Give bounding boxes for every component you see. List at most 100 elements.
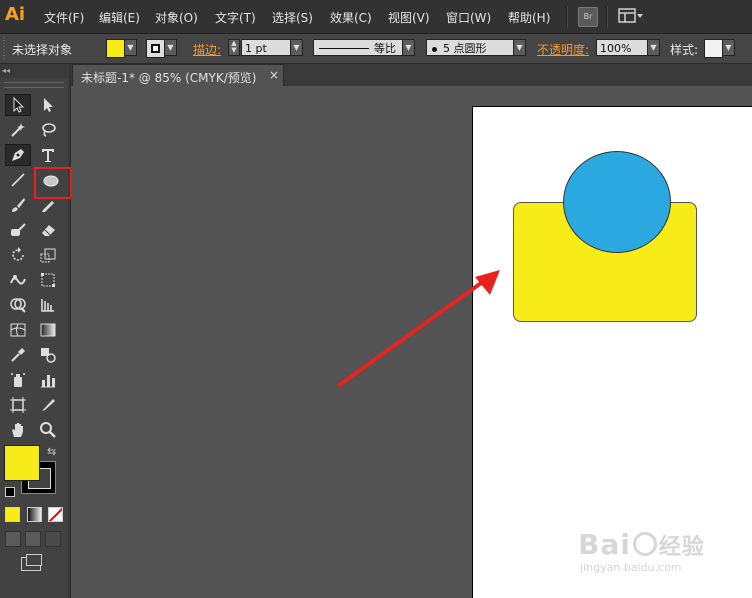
mesh-icon — [10, 323, 26, 337]
blue-circle[interactable] — [563, 151, 671, 253]
default-colors-icon[interactable] — [5, 487, 15, 497]
lasso-icon — [42, 123, 56, 137]
opacity-input[interactable]: 100% — [596, 39, 648, 56]
warp-tool[interactable] — [5, 269, 31, 291]
baidu-watermark: Bai 经验 jingyan.baidu.com — [578, 528, 705, 574]
stroke-profile-dropdown-arrow[interactable]: ▼ — [402, 39, 415, 56]
stroke-swatch[interactable] — [146, 39, 165, 58]
stroke-weight-input[interactable]: 1 pt — [241, 39, 291, 56]
hand-tool[interactable] — [5, 419, 31, 441]
blend-icon — [41, 348, 56, 363]
eyedropper-tool[interactable] — [5, 344, 31, 366]
brush-dot-icon — [432, 46, 437, 52]
paintbrush-tool[interactable] — [5, 194, 31, 216]
menu-bar: Ai 文件(F) 编辑(E) 对象(O) 文字(T) 选择(S) 效果(C) 视… — [0, 0, 752, 34]
line-segment-tool[interactable] — [5, 169, 31, 191]
blob-brush-icon — [11, 223, 26, 236]
scale-icon — [40, 248, 56, 263]
swap-colors-icon[interactable]: ⇆ — [47, 445, 56, 458]
fill-dropdown-arrow[interactable]: ▼ — [124, 39, 137, 56]
perspective-grid-tool[interactable] — [35, 294, 61, 316]
pen-icon — [12, 149, 24, 161]
watermark-brand: Bai — [578, 528, 631, 561]
menu-type[interactable]: 文字(T) — [215, 9, 256, 26]
paintbrush-icon — [12, 198, 25, 212]
eraser-tool[interactable] — [35, 219, 61, 241]
opacity-dropdown-arrow[interactable]: ▼ — [647, 39, 660, 56]
screen-mode-icon — [26, 554, 42, 566]
grip-icon — [3, 37, 5, 59]
pen-tool[interactable] — [5, 144, 31, 166]
fill-color-box[interactable] — [4, 445, 40, 481]
free-transform-icon — [41, 273, 55, 287]
symbol-sprayer-tool[interactable] — [5, 369, 31, 391]
eyedropper-icon — [11, 348, 25, 362]
menu-separator — [566, 6, 568, 28]
direct-selection-tool[interactable] — [35, 94, 61, 116]
lasso-tool[interactable] — [35, 119, 61, 141]
type-tool[interactable] — [35, 144, 61, 166]
gradient-tool[interactable] — [35, 319, 61, 341]
fill-swatch[interactable] — [106, 39, 125, 58]
stroke-profile-label: 等比 — [374, 42, 396, 55]
collapse-panel-icon[interactable]: ◂◂ — [2, 66, 10, 75]
menu-effect[interactable]: 效果(C) — [330, 9, 372, 26]
stroke-line-preview — [319, 48, 369, 49]
workspace-switcher-button[interactable] — [618, 7, 644, 25]
shape-builder-icon — [10, 298, 26, 313]
stroke-dropdown-arrow[interactable]: ▼ — [164, 39, 177, 56]
menu-object[interactable]: 对象(O) — [155, 9, 198, 26]
draw-behind-button[interactable] — [25, 531, 41, 547]
none-mode-button[interactable] — [48, 507, 63, 522]
screen-mode-button[interactable] — [21, 554, 42, 571]
zoom-magnifier-icon — [40, 422, 56, 438]
perspective-grid-icon — [41, 299, 54, 312]
menu-edit[interactable]: 编辑(E) — [99, 9, 140, 26]
blend-tool[interactable] — [35, 344, 61, 366]
blob-brush-tool[interactable] — [5, 219, 31, 241]
rotate-icon — [12, 247, 24, 261]
close-tab-icon[interactable]: × — [269, 68, 279, 82]
column-graph-tool[interactable] — [35, 369, 61, 391]
shape-builder-tool[interactable] — [5, 294, 31, 316]
draw-inside-button[interactable] — [45, 531, 61, 547]
warp-icon — [10, 275, 26, 285]
scale-tool[interactable] — [35, 244, 61, 266]
style-label: 样式: — [670, 43, 699, 57]
opacity-label[interactable]: 不透明度: — [537, 41, 589, 58]
stroke-weight-dropdown-arrow[interactable]: ▼ — [290, 39, 303, 56]
magic-wand-tool[interactable] — [5, 119, 31, 141]
free-transform-tool[interactable] — [35, 269, 61, 291]
panel-grip[interactable] — [4, 82, 64, 88]
brush-select[interactable]: 5 点圆形 — [426, 39, 514, 56]
paw-icon — [632, 532, 657, 556]
gradient-mode-button[interactable] — [27, 507, 42, 522]
document-tab[interactable]: 未标题-1* @ 85% (CMYK/预览) × — [72, 64, 284, 86]
bridge-button[interactable]: Br — [578, 7, 598, 27]
mesh-tool[interactable] — [5, 319, 31, 341]
watermark-jingyan: 经验 — [658, 535, 705, 560]
symbol-sprayer-icon — [11, 373, 25, 387]
style-swatch[interactable] — [704, 39, 723, 58]
artboard-tool[interactable] — [5, 394, 31, 416]
zoom-tool[interactable] — [35, 419, 61, 441]
color-mode-button[interactable] — [5, 507, 20, 522]
stroke-label[interactable]: 描边: — [193, 41, 221, 58]
type-t-icon — [42, 149, 54, 162]
menu-file[interactable]: 文件(F) — [44, 9, 84, 26]
rotate-tool[interactable] — [5, 244, 31, 266]
menu-select[interactable]: 选择(S) — [272, 9, 313, 26]
stroke-profile-select[interactable]: 等比 — [313, 39, 403, 56]
gradient-icon — [40, 323, 56, 337]
stroke-weight-stepper[interactable]: ▲ ▼ — [228, 39, 240, 56]
style-dropdown-arrow[interactable]: ▼ — [722, 39, 735, 56]
slice-tool[interactable] — [35, 394, 61, 416]
brush-dropdown-arrow[interactable]: ▼ — [513, 39, 526, 56]
draw-normal-button[interactable] — [5, 531, 21, 547]
selection-tool[interactable] — [5, 94, 31, 116]
menu-help[interactable]: 帮助(H) — [508, 9, 550, 26]
eraser-icon — [42, 225, 55, 236]
menu-view[interactable]: 视图(V) — [388, 9, 430, 26]
document-tab-title: 未标题-1* @ 85% (CMYK/预览) — [81, 71, 257, 85]
menu-window[interactable]: 窗口(W) — [446, 9, 491, 26]
